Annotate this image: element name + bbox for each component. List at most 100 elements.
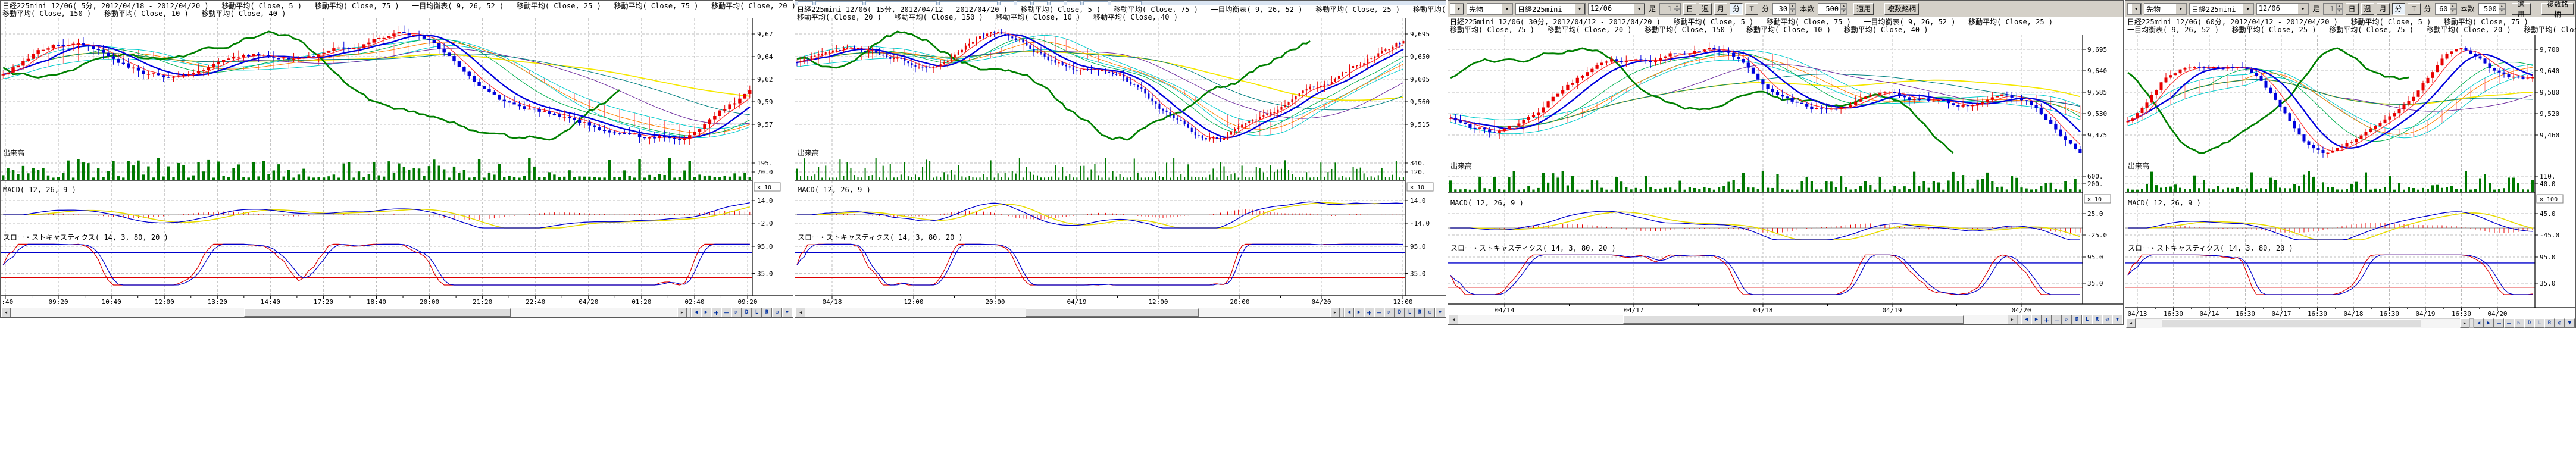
period-button-4[interactable]: T: [2408, 3, 2421, 15]
spin-down-icon[interactable]: ▼: [1840, 9, 1847, 14]
scrollbar-splitter[interactable]: [687, 308, 691, 317]
scroll-track[interactable]: [1458, 315, 2008, 324]
scroll-right-button[interactable]: ▶: [1330, 308, 1340, 317]
period-button-3[interactable]: 分: [1730, 3, 1743, 15]
nav-button-0[interactable]: ◀: [2474, 318, 2484, 328]
scroll-track[interactable]: [2136, 318, 2460, 328]
spin-up-icon[interactable]: ▲: [1674, 4, 1680, 9]
scroll-left-button[interactable]: ◀: [796, 308, 805, 317]
apply-button[interactable]: 適用: [1853, 3, 1874, 15]
nav-button-5[interactable]: D: [2524, 318, 2534, 328]
scroll-left-button[interactable]: ◀: [2126, 318, 2136, 328]
scrollbar-splitter[interactable]: [2469, 318, 2474, 328]
nav-button-5[interactable]: D: [1395, 308, 1405, 317]
scrollbar-splitter[interactable]: [1340, 308, 1344, 317]
period-button-1[interactable]: 週: [2361, 3, 2374, 15]
combo-dropdown-arrow-icon[interactable]: ▼: [1502, 4, 1512, 14]
scroll-left-button[interactable]: ◀: [1, 308, 11, 317]
minute-spin[interactable]: 30▲▼: [1772, 3, 1796, 15]
count-spin[interactable]: 500▲▼: [2478, 3, 2506, 15]
bar-count-spin-spinner[interactable]: ▲▼: [2336, 4, 2343, 14]
symbol-combo[interactable]: 日経225mini▼: [2189, 3, 2254, 15]
period-button-0[interactable]: 日: [2346, 3, 2359, 15]
scroll-track[interactable]: [11, 308, 677, 317]
combo-dropdown-arrow-icon[interactable]: ▼: [2297, 4, 2308, 14]
nav-button-1[interactable]: ▶: [701, 308, 711, 317]
minute-spin-spinner[interactable]: ▲▼: [2450, 4, 2456, 14]
nav-button-4[interactable]: ▷: [731, 308, 742, 317]
price-chart-15min[interactable]: 04/1812:0020:0004/1912:0020:0004/2012:00…: [795, 18, 1446, 308]
period-button-4[interactable]: T: [1745, 3, 1758, 15]
nav-button-4[interactable]: ▷: [2514, 318, 2524, 328]
spin-down-icon[interactable]: ▼: [2450, 9, 2456, 14]
combo-dropdown-arrow-icon[interactable]: ▼: [2131, 4, 2141, 14]
apply-button[interactable]: 適用: [2512, 3, 2531, 15]
period-button-1[interactable]: 週: [1699, 3, 1712, 15]
multi-symbol-button[interactable]: 複数銘柄: [1884, 3, 1919, 15]
filter-combo[interactable]: ▼: [1450, 3, 1464, 15]
scroll-right-button[interactable]: ▶: [2460, 318, 2469, 328]
nav-button-5[interactable]: D: [742, 308, 752, 317]
nav-button-6[interactable]: L: [2534, 318, 2544, 328]
count-spin-spinner[interactable]: ▲▼: [1840, 4, 1847, 14]
scroll-thumb[interactable]: [2162, 319, 2421, 327]
bar-count-spin-spinner[interactable]: ▲▼: [1674, 4, 1680, 14]
filter-combo[interactable]: ▼: [2127, 3, 2142, 15]
nav-button-8[interactable]: ◎: [2102, 315, 2112, 324]
nav-button-3[interactable]: －: [1374, 308, 1384, 317]
count-spin[interactable]: 500▲▼: [1818, 3, 1847, 15]
nav-button-2[interactable]: ＋: [2042, 315, 2052, 324]
minute-spin[interactable]: 60▲▼: [2435, 3, 2457, 15]
nav-button-7[interactable]: R: [2092, 315, 2102, 324]
period-button-2[interactable]: 月: [1714, 3, 1727, 15]
nav-button-8[interactable]: ◎: [1425, 308, 1435, 317]
bar-count-spin[interactable]: 1▲▼: [1659, 3, 1681, 15]
nav-button-0[interactable]: ◀: [691, 308, 701, 317]
nav-button-6[interactable]: L: [1405, 308, 1415, 317]
nav-button-1[interactable]: ▶: [2484, 318, 2494, 328]
nav-button-7[interactable]: R: [1415, 308, 1425, 317]
scroll-left-button[interactable]: ◀: [1449, 315, 1458, 324]
spin-up-icon[interactable]: ▲: [2336, 4, 2343, 9]
scrollbar-splitter[interactable]: [2017, 315, 2021, 324]
nav-button-1[interactable]: ▶: [1354, 308, 1364, 317]
combo-dropdown-arrow-icon[interactable]: ▼: [2175, 4, 2186, 14]
nav-button-1[interactable]: ▶: [2031, 315, 2042, 324]
nav-button-9[interactable]: ▼: [782, 308, 792, 317]
minute-spin-spinner[interactable]: ▲▼: [1789, 4, 1796, 14]
nav-button-3[interactable]: －: [721, 308, 731, 317]
nav-button-8[interactable]: ◎: [772, 308, 782, 317]
nav-button-0[interactable]: ◀: [1344, 308, 1354, 317]
spin-down-icon[interactable]: ▼: [1789, 9, 1796, 14]
nav-button-6[interactable]: L: [2082, 315, 2092, 324]
period-button-0[interactable]: 日: [1683, 3, 1696, 15]
multi-symbol-button[interactable]: 複数銘柄: [2541, 3, 2574, 15]
combo-dropdown-arrow-icon[interactable]: ▼: [1454, 4, 1464, 14]
bar-count-spin[interactable]: 1▲▼: [2323, 3, 2343, 15]
contract-combo[interactable]: 12/06▼: [1588, 3, 1645, 15]
market-combo[interactable]: 先物▼: [2144, 3, 2187, 15]
scroll-thumb[interactable]: [1026, 308, 1199, 317]
scroll-right-button[interactable]: ▶: [677, 308, 687, 317]
spin-down-icon[interactable]: ▼: [2336, 9, 2343, 14]
price-chart-30min[interactable]: 04/1404/1704/1804/1904/209,6959,6409,585…: [1448, 35, 2123, 315]
spin-up-icon[interactable]: ▲: [1789, 4, 1796, 9]
nav-button-9[interactable]: ▼: [2112, 315, 2122, 324]
combo-dropdown-arrow-icon[interactable]: ▼: [2243, 4, 2253, 14]
price-chart-5min[interactable]: 2:4009:2010:4012:0013:2014:4017:2018:402…: [1, 18, 793, 308]
nav-button-7[interactable]: R: [2544, 318, 2555, 328]
scroll-right-button[interactable]: ▶: [2008, 315, 2017, 324]
combo-dropdown-arrow-icon[interactable]: ▼: [1574, 4, 1585, 14]
count-spin-spinner[interactable]: ▲▼: [2499, 4, 2505, 14]
symbol-combo[interactable]: 日経225mini▼: [1515, 3, 1586, 15]
nav-button-9[interactable]: ▼: [1435, 308, 1445, 317]
nav-button-3[interactable]: －: [2052, 315, 2062, 324]
market-combo[interactable]: 先物▼: [1467, 3, 1513, 15]
spin-up-icon[interactable]: ▲: [2450, 4, 2456, 9]
period-button-3[interactable]: 分: [2392, 3, 2405, 15]
nav-button-9[interactable]: ▼: [2565, 318, 2575, 328]
nav-button-4[interactable]: ▷: [1384, 308, 1395, 317]
scroll-thumb[interactable]: [244, 308, 511, 317]
spin-down-icon[interactable]: ▼: [2499, 9, 2505, 14]
spin-up-icon[interactable]: ▲: [1840, 4, 1847, 9]
